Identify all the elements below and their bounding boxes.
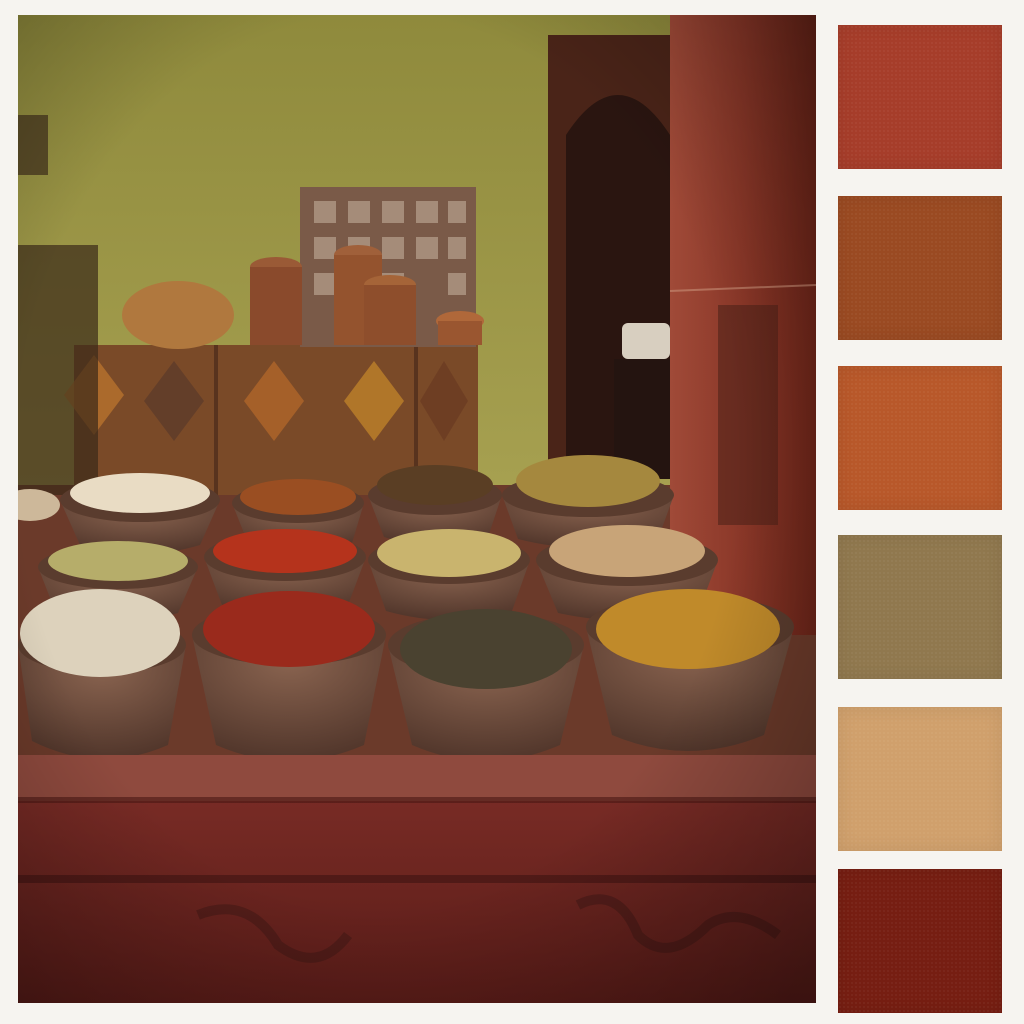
- swatch-sand-tan: [838, 707, 1002, 851]
- swatch-burnt-orange: [838, 366, 1002, 510]
- swatch-oxblood: [838, 869, 1002, 1013]
- color-palette: [838, 25, 1002, 1013]
- swatch-rust-brown: [838, 196, 1002, 340]
- image-frame: [0, 0, 1024, 1024]
- swatch-brick-red: [838, 25, 1002, 169]
- swatch-olive-khaki: [838, 535, 1002, 679]
- spice-market-photo: [18, 15, 816, 1003]
